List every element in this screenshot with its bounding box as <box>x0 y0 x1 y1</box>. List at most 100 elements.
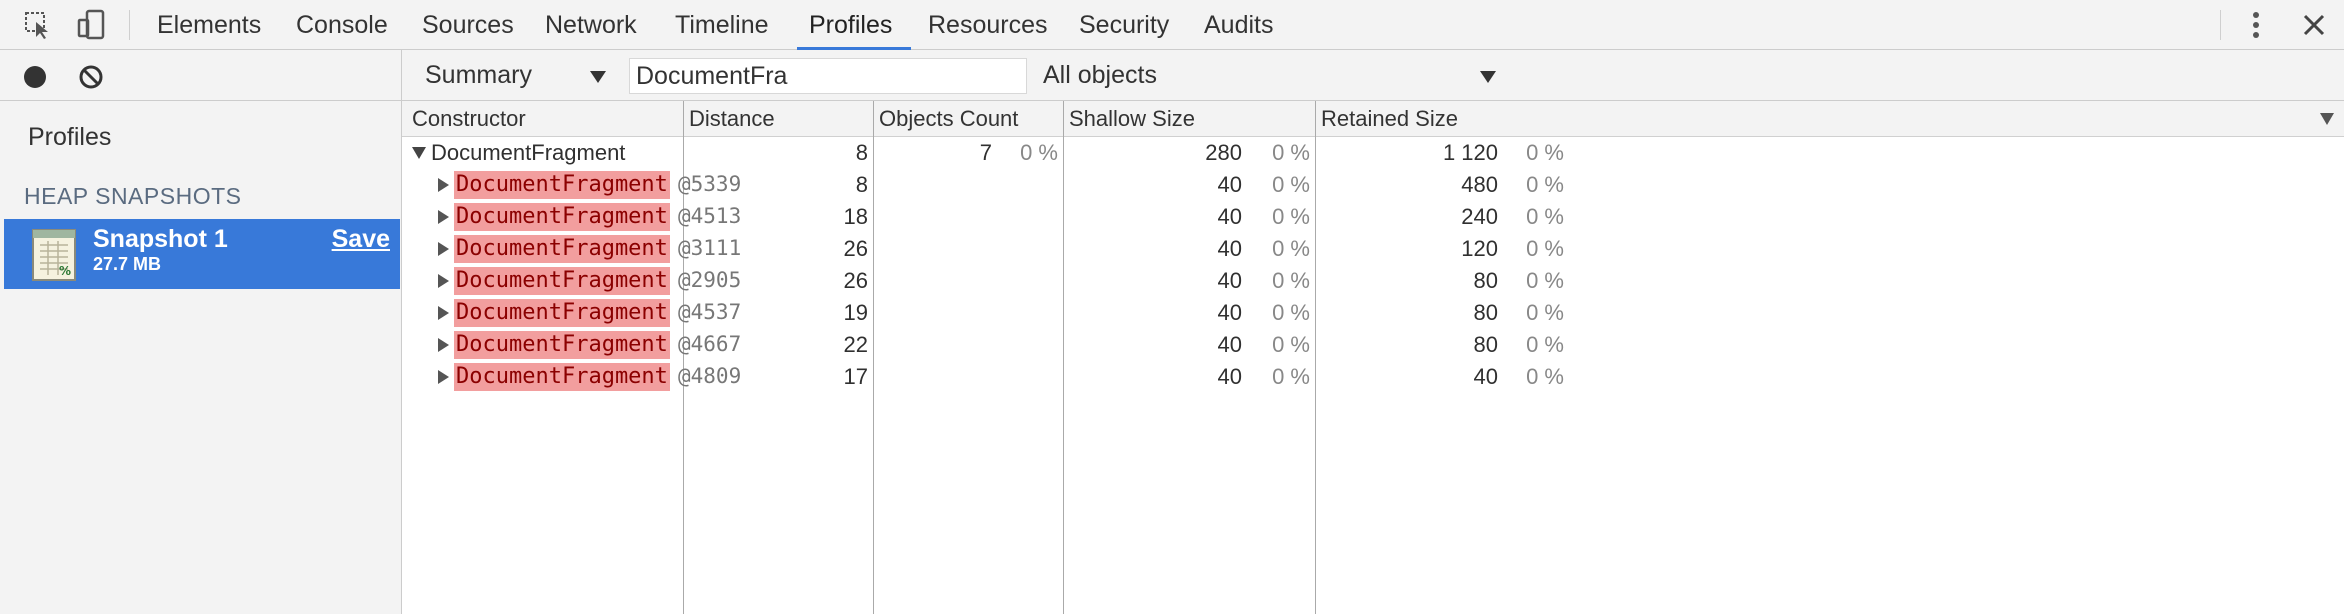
expand-triangle-icon[interactable] <box>438 274 449 288</box>
toolbar-divider <box>2220 10 2221 40</box>
distance-value: 22 <box>843 332 868 357</box>
snapshot-title: Snapshot 1 <box>93 225 228 253</box>
save-snapshot-link[interactable]: Save <box>332 225 390 254</box>
column-distance[interactable]: Distance <box>689 101 775 137</box>
table-row[interactable]: DocumentFragment @4513 18 40 0 % 240 0 % <box>402 201 2344 233</box>
shallow-size-value: 40 <box>1217 268 1242 293</box>
tab-network[interactable]: Network <box>545 0 637 50</box>
expand-triangle-icon[interactable] <box>438 338 449 352</box>
heap-summary-grid: Constructor Distance Objects Count Shall… <box>402 101 2344 614</box>
class-filter-input[interactable]: DocumentFra <box>629 58 1027 94</box>
column-constructor[interactable]: Constructor <box>412 101 526 137</box>
view-select[interactable]: Summary <box>425 50 532 101</box>
retained-size-value: 120 <box>1461 236 1498 261</box>
shallow-size-value: 40 <box>1217 172 1242 197</box>
tab-security[interactable]: Security <box>1079 0 1169 50</box>
column-retained-size[interactable]: Retained Size <box>1321 101 1458 137</box>
shallow-size-percent: 0 % <box>1272 300 1310 325</box>
tab-audits[interactable]: Audits <box>1204 0 1273 50</box>
shallow-size-percent: 0 % <box>1272 140 1310 165</box>
expand-triangle-icon[interactable] <box>438 242 449 256</box>
shallow-size-value: 280 <box>1205 140 1242 165</box>
shallow-size-percent: 0 % <box>1272 364 1310 389</box>
table-row[interactable]: DocumentFragment @3111 26 40 0 % 120 0 % <box>402 233 2344 265</box>
distance-value: 8 <box>855 140 868 165</box>
retained-size-value: 80 <box>1473 300 1498 325</box>
retained-size-value: 40 <box>1473 364 1498 389</box>
table-row[interactable]: DocumentFragment @5339 8 40 0 % 480 0 % <box>402 169 2344 201</box>
object-name-highlight: DocumentFragment <box>454 235 670 263</box>
column-shallow-size[interactable]: Shallow Size <box>1069 101 1195 137</box>
tab-console[interactable]: Console <box>296 0 388 50</box>
retained-size-value: 80 <box>1473 332 1498 357</box>
retained-size-value: 240 <box>1461 204 1498 229</box>
distance-value: 26 <box>843 236 868 261</box>
clear-all-icon[interactable] <box>78 64 104 95</box>
retained-size-percent: 0 % <box>1526 140 1564 165</box>
table-row[interactable]: DocumentFragment @4667 22 40 0 % 80 0 % <box>402 329 2344 361</box>
retained-size-percent: 0 % <box>1526 332 1564 357</box>
sidebar-title: Profiles <box>28 123 112 151</box>
retained-size-percent: 0 % <box>1526 268 1564 293</box>
table-row[interactable]: DocumentFragment @4537 19 40 0 % 80 0 % <box>402 297 2344 329</box>
snapshot-item[interactable]: % Snapshot 1 27.7 MB Save <box>4 219 400 289</box>
distance-value: 18 <box>843 204 868 229</box>
distance-value: 8 <box>855 172 868 197</box>
object-name-highlight: DocumentFragment <box>454 331 670 359</box>
shallow-size-percent: 0 % <box>1272 332 1310 357</box>
expand-triangle-icon[interactable] <box>438 210 449 224</box>
collapse-triangle-icon[interactable] <box>412 147 426 159</box>
tab-elements[interactable]: Elements <box>157 0 261 50</box>
heap-snapshot-icon: % <box>32 229 76 286</box>
distance-value: 19 <box>843 300 868 325</box>
tab-sources[interactable]: Sources <box>422 0 514 50</box>
table-row[interactable]: DocumentFragment @2905 26 40 0 % 80 0 % <box>402 265 2344 297</box>
tab-resources[interactable]: Resources <box>928 0 1048 50</box>
tab-profiles[interactable]: Profiles <box>797 0 911 50</box>
retained-size-percent: 0 % <box>1526 172 1564 197</box>
chevron-down-icon[interactable] <box>590 71 606 83</box>
chevron-down-icon[interactable] <box>1480 71 1496 83</box>
device-mode-icon[interactable] <box>72 0 112 50</box>
close-icon[interactable] <box>2296 0 2332 50</box>
shallow-size-value: 40 <box>1217 332 1242 357</box>
shallow-size-percent: 0 % <box>1272 172 1310 197</box>
expand-triangle-icon[interactable] <box>438 370 449 384</box>
devtools-tab-bar: Elements Console Sources Network Timelin… <box>0 0 2344 50</box>
shallow-size-value: 40 <box>1217 300 1242 325</box>
inspect-element-icon[interactable] <box>18 0 58 50</box>
retained-size-percent: 0 % <box>1526 236 1564 261</box>
sort-descending-icon[interactable] <box>2320 113 2334 125</box>
grid-header: Constructor Distance Objects Count Shall… <box>402 101 2344 137</box>
object-name-highlight: DocumentFragment <box>454 267 670 295</box>
object-name-highlight: DocumentFragment <box>454 203 670 231</box>
objects-count-percent: 0 % <box>1020 140 1058 165</box>
objects-select[interactable]: All objects <box>1043 50 1157 101</box>
constructor-group-row[interactable]: DocumentFragment 8 7 0 % 280 0 % 1 120 0… <box>402 137 2344 169</box>
shallow-size-percent: 0 % <box>1272 268 1310 293</box>
retained-size-value: 80 <box>1473 268 1498 293</box>
profiles-sidebar: Profiles HEAP SNAPSHOTS % Snapshot 1 27.… <box>0 101 402 614</box>
shallow-size-value: 40 <box>1217 236 1242 261</box>
retained-size-value: 480 <box>1461 172 1498 197</box>
retained-size-percent: 0 % <box>1526 364 1564 389</box>
more-options-icon[interactable] <box>2244 0 2268 50</box>
tab-timeline[interactable]: Timeline <box>675 0 769 50</box>
expand-triangle-icon[interactable] <box>438 178 449 192</box>
shallow-size-value: 40 <box>1217 204 1242 229</box>
retained-size-percent: 0 % <box>1526 300 1564 325</box>
constructor-name: DocumentFragment <box>431 140 626 165</box>
toolbar-divider <box>129 10 130 40</box>
object-name-highlight: DocumentFragment <box>454 171 670 199</box>
distance-value: 26 <box>843 268 868 293</box>
expand-triangle-icon[interactable] <box>438 306 449 320</box>
retained-size-value: 1 120 <box>1442 140 1498 165</box>
heap-snapshots-header: HEAP SNAPSHOTS <box>24 183 242 209</box>
record-icon[interactable] <box>22 64 48 95</box>
shallow-size-percent: 0 % <box>1272 204 1310 229</box>
table-row[interactable]: DocumentFragment @4809 17 40 0 % 40 0 % <box>402 361 2344 393</box>
snapshot-size: 27.7 MB <box>93 254 162 274</box>
shallow-size-value: 40 <box>1217 364 1242 389</box>
object-name-highlight: DocumentFragment <box>454 299 670 327</box>
column-objects-count[interactable]: Objects Count <box>879 101 1018 137</box>
